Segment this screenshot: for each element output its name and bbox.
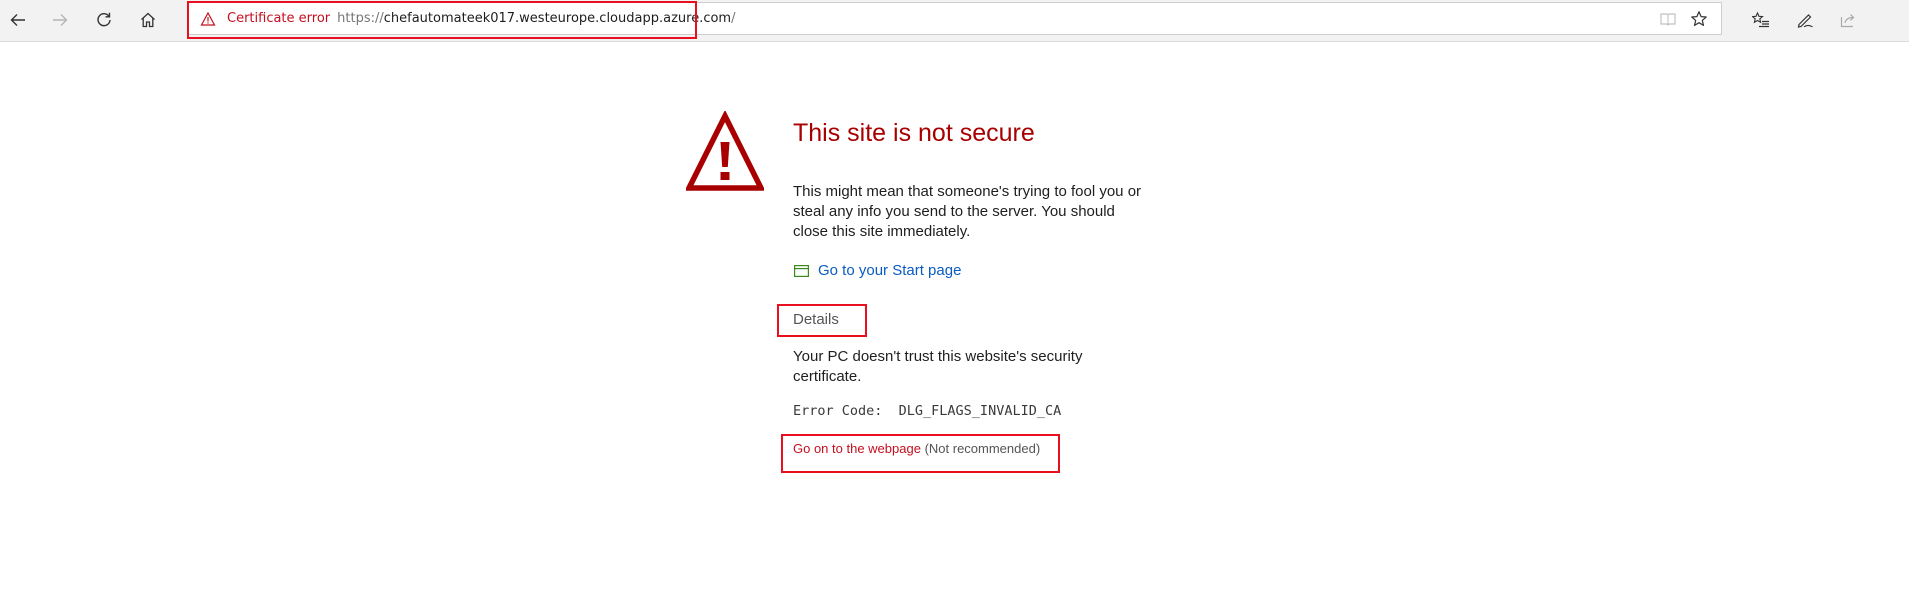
web-notes-button[interactable] bbox=[1787, 5, 1823, 35]
favorites-list-icon bbox=[1752, 11, 1769, 28]
reading-view-button[interactable] bbox=[1659, 10, 1677, 28]
home-button[interactable] bbox=[130, 5, 166, 35]
address-annotation-box bbox=[187, 1, 697, 39]
url-path: / bbox=[731, 11, 736, 26]
refresh-icon bbox=[97, 12, 111, 27]
pen-notes-icon bbox=[1797, 14, 1813, 28]
refresh-button[interactable] bbox=[86, 5, 122, 35]
forward-arrow-icon bbox=[53, 14, 68, 26]
proceed-annotation-box bbox=[781, 434, 1060, 473]
warning-triangle-icon bbox=[686, 111, 764, 191]
favorites-hub-button[interactable] bbox=[1743, 5, 1779, 35]
page-title: This site is not secure bbox=[793, 119, 1035, 147]
error-code: Error Code: DLG_FLAGS_INVALID_CA bbox=[793, 403, 1062, 419]
start-page-icon bbox=[794, 264, 809, 277]
details-text: Your PC doesn't trust this website's sec… bbox=[793, 348, 1083, 385]
favorite-button[interactable] bbox=[1690, 10, 1708, 28]
favorite-star-icon bbox=[1691, 11, 1707, 26]
security-description: This might mean that someone's trying to… bbox=[793, 183, 1142, 240]
start-page-link-label: Go to your Start page bbox=[818, 262, 962, 279]
start-page-link[interactable]: Go to your Start page bbox=[794, 262, 961, 279]
details-annotation-box bbox=[777, 304, 867, 337]
back-button[interactable] bbox=[0, 5, 36, 35]
share-icon bbox=[1840, 14, 1855, 28]
home-icon bbox=[141, 12, 155, 28]
reading-view-icon bbox=[1660, 13, 1676, 26]
back-arrow-icon bbox=[10, 14, 25, 26]
forward-button[interactable] bbox=[42, 5, 78, 35]
share-button[interactable] bbox=[1830, 5, 1866, 35]
